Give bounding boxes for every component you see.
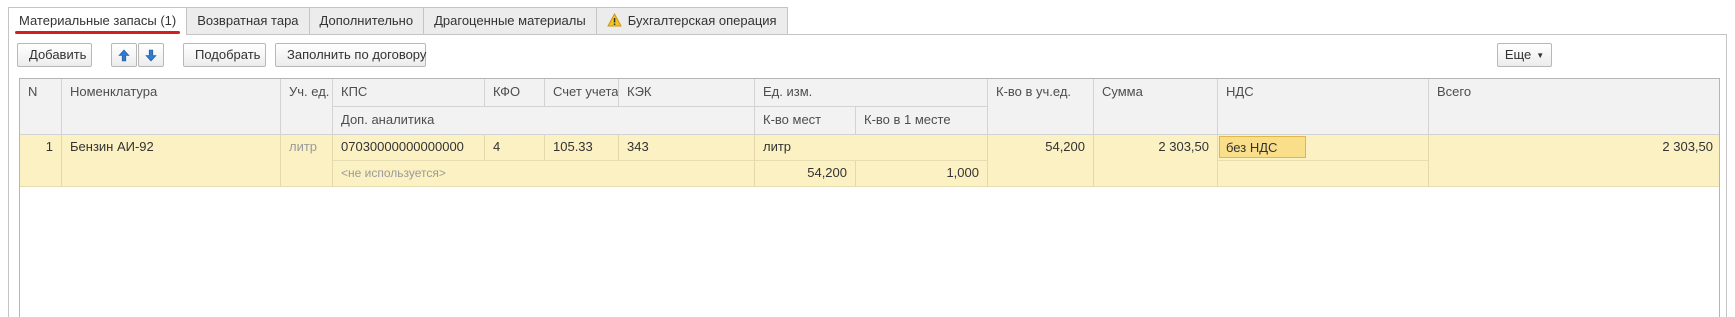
table-cell-kfo[interactable]: 4 xyxy=(485,135,545,161)
tab-bar: Материальные запасы (1) Возвратная тара … xyxy=(8,7,788,35)
column-header-sum[interactable]: Сумма xyxy=(1094,79,1218,135)
tab-material-stocks[interactable]: Материальные запасы (1) xyxy=(8,7,188,35)
column-header-qty-acc-unit[interactable]: К-во в уч.ед. xyxy=(988,79,1094,135)
column-header-total[interactable]: Всего xyxy=(1429,79,1719,135)
arrow-up-icon xyxy=(118,49,130,62)
dropdown-arrow-icon: ▼ xyxy=(1536,51,1545,60)
more-button[interactable]: Еще ▼ xyxy=(1497,43,1552,67)
table-cell-sum[interactable]: 2 303,50 xyxy=(1094,135,1218,187)
tab-label: Бухгалтерская операция xyxy=(627,13,777,28)
column-header-n[interactable]: N xyxy=(20,79,62,135)
column-header-kps[interactable]: КПС xyxy=(333,79,485,107)
tab-label: Материальные запасы (1) xyxy=(19,13,177,28)
tab-label: Драгоценные материалы xyxy=(434,13,586,28)
tab-label: Возвратная тара xyxy=(197,13,299,28)
table-cell-qty-acc-unit[interactable]: 54,200 xyxy=(988,135,1094,187)
tab-precious-materials[interactable]: Драгоценные материалы xyxy=(423,7,597,34)
table-cell-unit[interactable]: литр xyxy=(281,135,333,187)
column-header-extra-analytics[interactable]: Доп. аналитика xyxy=(333,107,755,135)
add-button[interactable]: Добавить xyxy=(17,43,92,67)
table-cell-account[interactable]: 105.33 xyxy=(545,135,619,161)
warning-icon xyxy=(606,13,622,27)
table-cell-kek[interactable]: 343 xyxy=(619,135,755,161)
tab-label: Дополнительно xyxy=(319,13,414,28)
column-header-vat[interactable]: НДС xyxy=(1218,79,1429,135)
move-up-button[interactable] xyxy=(111,43,137,67)
column-header-qty-per-place[interactable]: К-во в 1 месте xyxy=(856,107,988,135)
table-cell-places[interactable]: 54,200 xyxy=(755,161,856,187)
column-header-places[interactable]: К-во мест xyxy=(755,107,856,135)
vat-selected-field[interactable]: без НДС xyxy=(1219,136,1306,158)
column-header-account[interactable]: Счет учета xyxy=(545,79,619,107)
arrow-down-icon xyxy=(145,49,157,62)
tab-returnable-containers[interactable]: Возвратная тара xyxy=(186,7,310,34)
move-down-button[interactable] xyxy=(138,43,164,67)
tab-additional[interactable]: Дополнительно xyxy=(308,7,425,34)
table-cell-extra-analytics[interactable]: <не используется> xyxy=(333,161,755,187)
fill-by-contract-button[interactable]: Заполнить по договору xyxy=(275,43,426,67)
column-header-kek[interactable]: КЭК xyxy=(619,79,755,107)
table-cell-qty-per-place[interactable]: 1,000 xyxy=(856,161,988,187)
materials-table: N Номенклатура Уч. ед. КПС КФО Счет учет… xyxy=(19,78,1720,317)
column-header-kfo[interactable]: КФО xyxy=(485,79,545,107)
column-header-unit[interactable]: Уч. ед. xyxy=(281,79,333,135)
select-button[interactable]: Подобрать xyxy=(183,43,266,67)
column-header-measure-unit[interactable]: Ед. изм. xyxy=(755,79,988,107)
table-cell-vat[interactable]: без НДС xyxy=(1218,135,1429,161)
column-header-nomenclature[interactable]: Номенклатура xyxy=(62,79,281,135)
table-cell-measure-unit[interactable]: литр xyxy=(755,135,988,161)
table-cell-n[interactable]: 1 xyxy=(20,135,62,187)
active-tab-underline xyxy=(15,31,181,34)
table-cell-kps[interactable]: 07030000000000000 xyxy=(333,135,485,161)
table-cell-vat-empty xyxy=(1218,161,1429,187)
table-cell-nomenclature[interactable]: Бензин АИ-92 xyxy=(62,135,281,187)
tab-accounting-operation[interactable]: Бухгалтерская операция xyxy=(595,7,788,34)
more-label: Еще xyxy=(1504,47,1532,62)
table-cell-total[interactable]: 2 303,50 xyxy=(1429,135,1719,187)
